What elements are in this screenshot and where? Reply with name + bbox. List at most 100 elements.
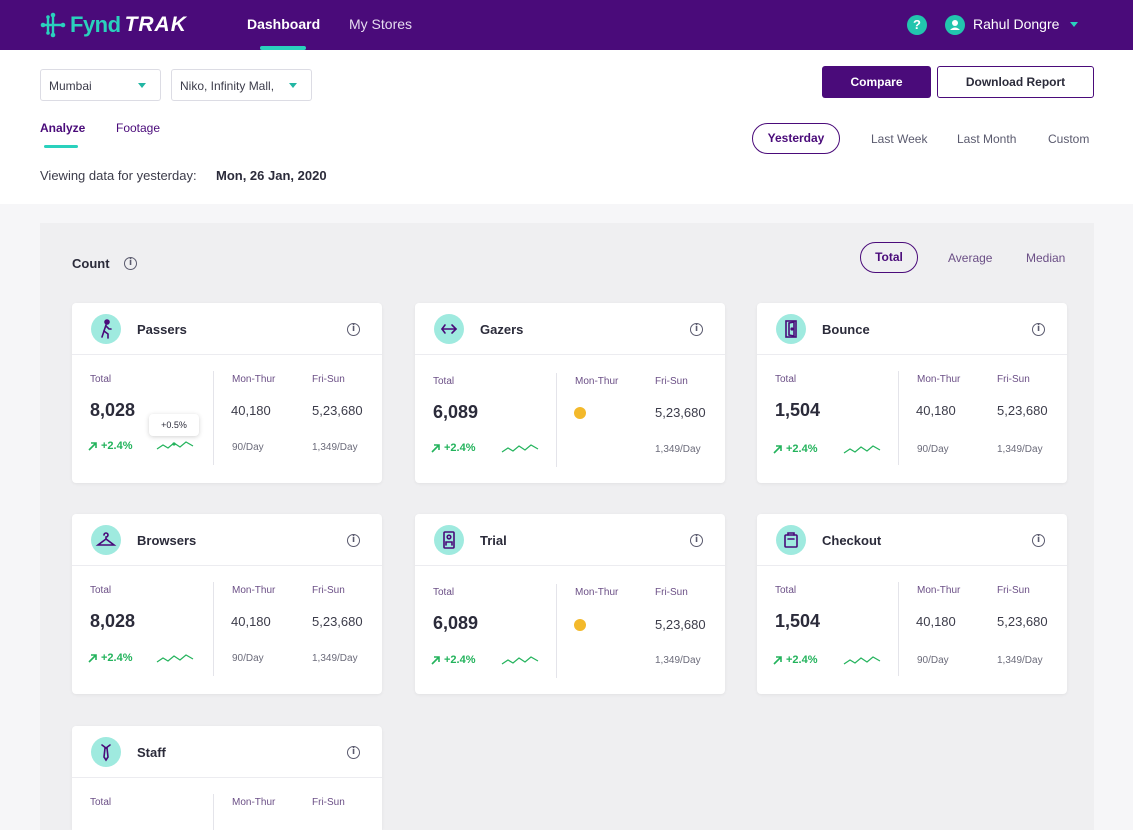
card-header: Trial i <box>415 514 725 566</box>
fri-sun-label: Fri-Sun <box>312 585 345 596</box>
shopping-bag-icon <box>776 525 806 555</box>
city-select-value: Mumbai <box>49 79 92 93</box>
mon-thur-value: 40,180 <box>916 614 956 629</box>
chevron-down-icon <box>289 83 297 88</box>
trend-up-arrow-icon <box>431 656 440 665</box>
agg-median-button[interactable]: Median <box>1026 251 1065 265</box>
door-exit-icon <box>776 314 806 344</box>
card-header: Checkout i <box>757 514 1067 566</box>
viewing-label: Viewing data for yesterday: <box>40 168 197 183</box>
fri-sun-per-day: 1,349/Day <box>997 655 1043 666</box>
fri-sun-label: Fri-Sun <box>655 376 688 387</box>
agg-average-button[interactable]: Average <box>948 251 992 265</box>
card-header: Browsers i <box>72 514 382 566</box>
metric-card-gazers: Gazers i Total 6,089 +2.4% Mon-Thur Fri-… <box>415 303 725 483</box>
card-divider <box>556 584 557 678</box>
card-divider <box>213 582 214 676</box>
city-select[interactable]: Mumbai <box>40 69 161 101</box>
download-report-button[interactable]: Download Report <box>937 66 1094 98</box>
trend-value: +2.4% <box>786 654 818 666</box>
nav-active-indicator <box>260 46 306 50</box>
fyndtrak-logo[interactable]: Fynd TRAK <box>40 12 187 38</box>
user-icon <box>950 20 960 30</box>
total-value: 6,089 <box>433 402 479 422</box>
fri-sun-per-day: 1,349/Day <box>312 442 358 453</box>
user-name[interactable]: Rahul Dongre <box>973 16 1059 32</box>
count-title: Count <box>72 256 110 271</box>
store-select[interactable]: Niko, Infinity Mall, <box>171 69 312 101</box>
nav-my-stores[interactable]: My Stores <box>349 16 412 32</box>
range-yesterday-button[interactable]: Yesterday <box>752 123 840 154</box>
trend-value: +2.4% <box>101 440 133 452</box>
sparkline[interactable] <box>156 651 194 665</box>
agg-total-button[interactable]: Total <box>860 242 918 273</box>
total-label: Total <box>775 585 797 596</box>
card-header: Bounce i <box>757 303 1067 355</box>
fri-sun-value: 5,23,680 <box>997 403 1048 418</box>
total-value: 1,504 <box>775 400 821 420</box>
walking-person-icon <box>91 314 121 344</box>
range-last-month[interactable]: Last Month <box>957 132 1016 146</box>
sparkline[interactable] <box>843 442 881 456</box>
logo-text-trak: TRAK <box>124 13 187 36</box>
card-divider <box>213 371 214 465</box>
range-last-week[interactable]: Last Week <box>871 132 927 146</box>
logo-text-fynd: Fynd <box>70 12 121 37</box>
avatar[interactable] <box>945 15 965 35</box>
metric-card-trial: Trial i Total 6,089 +2.4% Mon-Thur Fri-S… <box>415 514 725 694</box>
sparkline[interactable] <box>156 438 194 452</box>
fri-sun-value: 5,23,680 <box>655 405 706 420</box>
sparkline[interactable] <box>501 653 539 667</box>
total-label: Total <box>90 374 112 385</box>
mon-thur-value: 40,180 <box>231 403 271 418</box>
info-icon[interactable]: i <box>347 746 360 759</box>
mon-thur-per-day: 90/Day <box>917 444 949 455</box>
trend-up-arrow-icon <box>431 444 440 453</box>
info-icon[interactable]: i <box>347 534 360 547</box>
hanger-icon <box>91 525 121 555</box>
info-icon[interactable]: i <box>690 323 703 336</box>
info-icon[interactable]: i <box>690 534 703 547</box>
info-icon[interactable]: i <box>1032 323 1045 336</box>
card-divider <box>556 373 557 467</box>
card-header: Passers i <box>72 303 382 355</box>
card-title: Checkout <box>822 533 882 548</box>
sparkline[interactable] <box>501 441 539 455</box>
nav-dashboard[interactable]: Dashboard <box>247 16 320 32</box>
tab-analyze[interactable]: Analyze <box>40 121 85 135</box>
info-icon[interactable]: i <box>124 257 137 270</box>
metric-card-passers: Passers i Total 8,028 +2.4% +0.5% Mon-Th… <box>72 303 382 483</box>
range-custom[interactable]: Custom <box>1048 132 1089 146</box>
mon-thur-label: Mon-Thur <box>232 585 276 596</box>
help-icon[interactable]: ? <box>907 15 927 35</box>
store-select-value: Niko, Infinity Mall, <box>180 79 275 93</box>
chevron-down-icon <box>138 83 146 88</box>
card-title: Staff <box>137 745 166 760</box>
total-label: Total <box>433 587 455 598</box>
mon-thur-per-day: 90/Day <box>232 653 264 664</box>
metric-card-browsers: Browsers i Total 8,028 +2.4% Mon-Thur Fr… <box>72 514 382 694</box>
info-icon[interactable]: i <box>1032 534 1045 547</box>
eye-gaze-icon <box>434 314 464 344</box>
mon-thur-value: 40,180 <box>916 403 956 418</box>
top-navbar: Fynd TRAK Dashboard My Stores ? Rahul Do… <box>0 0 1133 50</box>
sparkline[interactable] <box>843 653 881 667</box>
chevron-down-icon[interactable] <box>1070 22 1078 27</box>
trend-up-arrow-icon <box>88 654 97 663</box>
mon-thur-label: Mon-Thur <box>917 374 961 385</box>
fri-sun-value: 5,23,680 <box>312 403 363 418</box>
compare-button[interactable]: Compare <box>822 66 931 98</box>
metric-card-staff: Staff i Total Mon-Thur Fri-Sun <box>72 726 382 830</box>
sparkline-tooltip: +0.5% <box>149 414 199 436</box>
total-value: 8,028 <box>90 400 136 420</box>
metric-card-checkout: Checkout i Total 1,504 +2.4% Mon-Thur Fr… <box>757 514 1067 694</box>
warning-dot-icon <box>574 619 586 631</box>
tab-footage[interactable]: Footage <box>116 121 160 135</box>
card-title: Bounce <box>822 322 870 337</box>
mon-thur-per-day: 90/Day <box>232 442 264 453</box>
card-title: Trial <box>480 533 507 548</box>
info-icon[interactable]: i <box>347 323 360 336</box>
total-value: 6,089 <box>433 613 479 633</box>
staff-tie-icon <box>91 737 121 767</box>
total-value: 1,504 <box>775 611 821 631</box>
